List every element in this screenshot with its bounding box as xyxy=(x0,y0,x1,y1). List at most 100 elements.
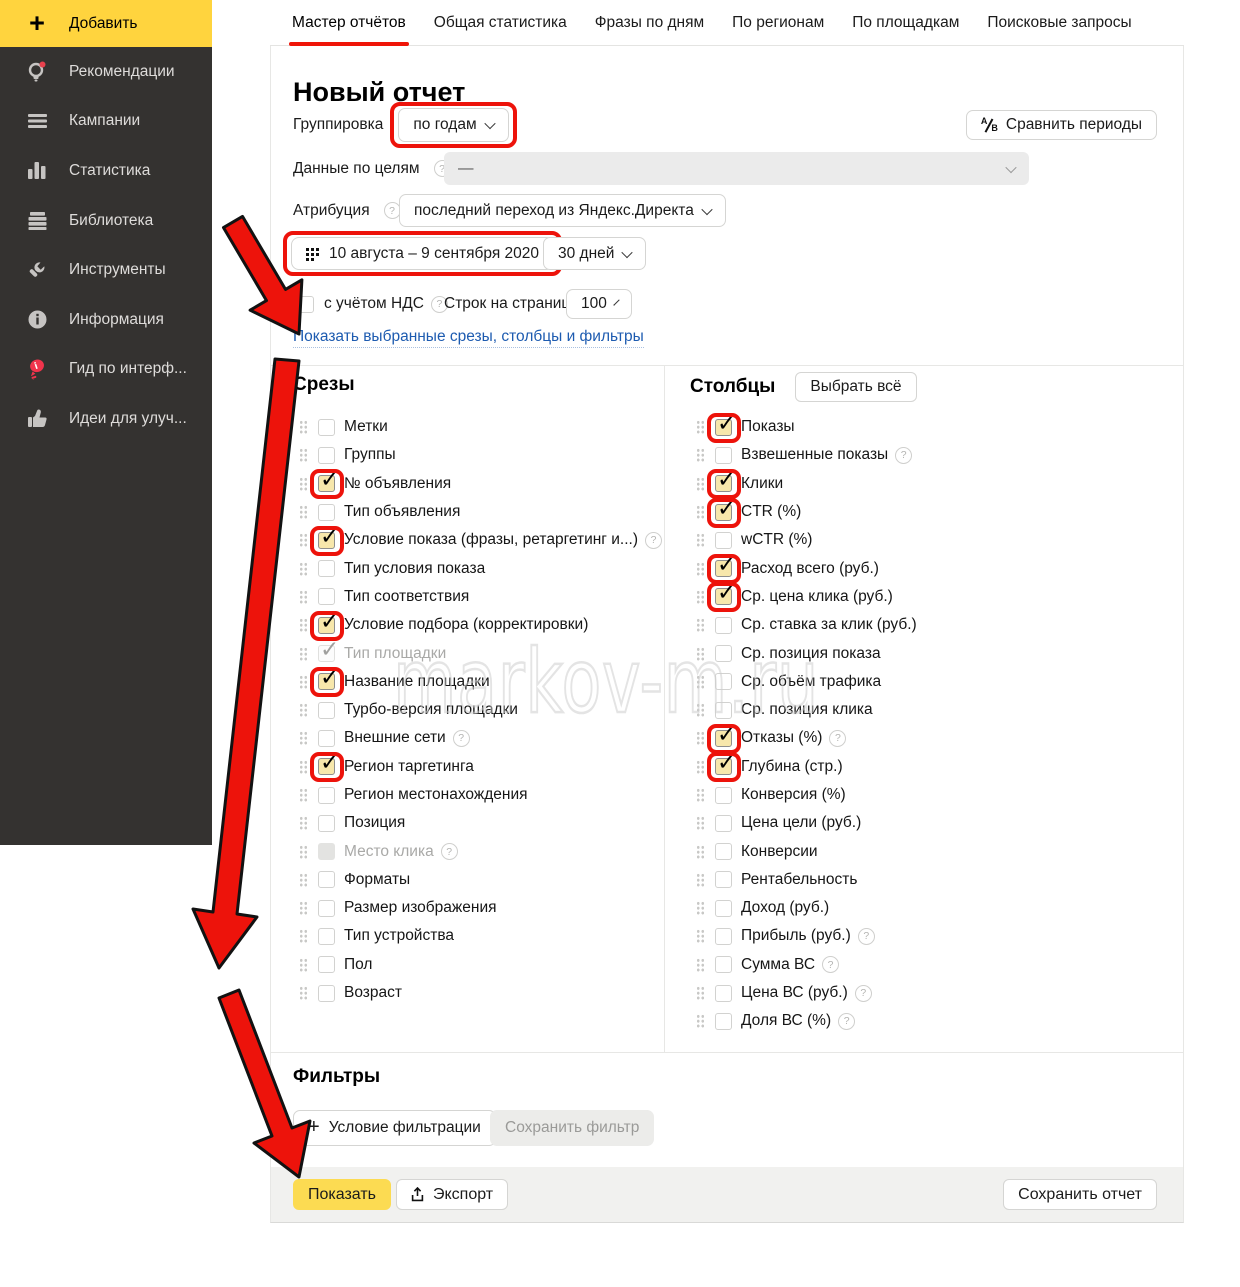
drag-handle-icon[interactable] xyxy=(696,618,705,632)
save-report-button[interactable]: Сохранить отчет xyxy=(1003,1179,1157,1210)
checkbox-label[interactable]: Позиция xyxy=(344,814,405,832)
checkbox[interactable] xyxy=(318,560,335,577)
checkbox[interactable] xyxy=(715,532,732,549)
tab[interactable]: Мастер отчётов xyxy=(292,14,406,32)
drag-handle-icon[interactable] xyxy=(696,958,705,972)
drag-handle-icon[interactable] xyxy=(696,731,705,745)
checkbox[interactable] xyxy=(318,504,335,521)
checkbox[interactable] xyxy=(318,928,335,945)
checkbox[interactable] xyxy=(715,447,732,464)
rows-per-page-select[interactable]: 100 xyxy=(566,289,632,319)
drag-handle-icon[interactable] xyxy=(299,788,308,802)
vat-checkbox[interactable] xyxy=(297,296,314,313)
checkbox[interactable] xyxy=(715,560,732,577)
drag-handle-icon[interactable] xyxy=(299,590,308,604)
goals-select[interactable]: — xyxy=(444,152,1029,185)
add-filter-condition-button[interactable]: +Условие фильтрации xyxy=(293,1110,496,1146)
checkbox-label[interactable]: Турбо-версия площадки xyxy=(344,701,518,719)
help-icon[interactable]: ? xyxy=(645,532,662,549)
checkbox-label[interactable]: Тип объявления xyxy=(344,503,460,521)
sidebar-item[interactable]: Рекомендации xyxy=(0,47,212,97)
checkbox-label[interactable]: Показы xyxy=(741,418,795,436)
checkbox-label[interactable]: Тип условия показа xyxy=(344,560,485,578)
drag-handle-icon[interactable] xyxy=(696,420,705,434)
tab[interactable]: Фразы по дням xyxy=(595,14,704,32)
show-report-button[interactable]: Показать xyxy=(293,1179,391,1210)
drag-handle-icon[interactable] xyxy=(299,618,308,632)
checkbox[interactable] xyxy=(715,956,732,973)
drag-handle-icon[interactable] xyxy=(696,760,705,774)
checkbox[interactable] xyxy=(318,787,335,804)
drag-handle-icon[interactable] xyxy=(299,647,308,661)
checkbox[interactable] xyxy=(318,730,335,747)
checkbox[interactable] xyxy=(715,871,732,888)
checkbox-label[interactable]: Пол xyxy=(344,956,372,974)
checkbox[interactable] xyxy=(715,985,732,1002)
show-selected-link[interactable]: Показать выбранные срезы, столбцы и филь… xyxy=(293,328,644,348)
drag-handle-icon[interactable] xyxy=(299,420,308,434)
drag-handle-icon[interactable] xyxy=(299,760,308,774)
save-filter-button[interactable]: Сохранить фильтр xyxy=(490,1110,654,1146)
sidebar-item[interactable]: Библиотека xyxy=(0,196,212,246)
help-icon[interactable]: ? xyxy=(858,928,875,945)
compare-periods-button[interactable]: AB Сравнить периоды xyxy=(966,110,1157,140)
checkbox-label[interactable]: Цена цели (руб.) xyxy=(741,814,861,832)
checkbox[interactable] xyxy=(318,956,335,973)
checkbox-label[interactable]: Тип соответствия xyxy=(344,588,469,606)
checkbox[interactable] xyxy=(715,730,732,747)
checkbox-label[interactable]: Взвешенные показы xyxy=(741,446,888,464)
checkbox-label[interactable]: Группы xyxy=(344,446,396,464)
sidebar-item[interactable]: Инструменты xyxy=(0,245,212,295)
drag-handle-icon[interactable] xyxy=(299,958,308,972)
checkbox-label[interactable]: Конверсия (%) xyxy=(741,786,846,804)
checkbox-label[interactable]: Регион таргетинга xyxy=(344,758,474,776)
checkbox[interactable] xyxy=(715,815,732,832)
help-icon[interactable]: ? xyxy=(838,1013,855,1030)
drag-handle-icon[interactable] xyxy=(696,986,705,1000)
checkbox[interactable] xyxy=(318,758,335,775)
drag-handle-icon[interactable] xyxy=(299,505,308,519)
checkbox[interactable] xyxy=(318,985,335,1002)
checkbox-label[interactable]: Условие подбора (корректировки) xyxy=(344,616,588,634)
drag-handle-icon[interactable] xyxy=(299,845,308,859)
checkbox[interactable] xyxy=(715,588,732,605)
drag-handle-icon[interactable] xyxy=(299,731,308,745)
drag-handle-icon[interactable] xyxy=(696,505,705,519)
checkbox-label[interactable]: wCTR (%) xyxy=(741,531,812,549)
help-icon[interactable]: ? xyxy=(453,730,470,747)
help-icon[interactable]: ? xyxy=(855,985,872,1002)
sidebar-item[interactable]: Кампании xyxy=(0,97,212,147)
drag-handle-icon[interactable] xyxy=(299,533,308,547)
checkbox[interactable] xyxy=(318,617,335,634)
checkbox[interactable] xyxy=(318,702,335,719)
drag-handle-icon[interactable] xyxy=(299,703,308,717)
checkbox-label[interactable]: Тип устройства xyxy=(344,927,454,945)
checkbox-label[interactable]: Место клика xyxy=(344,843,434,861)
help-icon[interactable]: ? xyxy=(441,843,458,860)
tab[interactable]: Поисковые запросы xyxy=(987,14,1131,32)
drag-handle-icon[interactable] xyxy=(696,703,705,717)
drag-handle-icon[interactable] xyxy=(696,901,705,915)
sidebar-item[interactable]: iГид по интерф... xyxy=(0,345,212,395)
drag-handle-icon[interactable] xyxy=(299,929,308,943)
checkbox[interactable] xyxy=(318,843,335,860)
drag-handle-icon[interactable] xyxy=(696,647,705,661)
date-range-button[interactable]: 10 августа – 9 сентября 2020 xyxy=(291,237,554,270)
checkbox[interactable] xyxy=(715,475,732,492)
checkbox[interactable] xyxy=(318,588,335,605)
drag-handle-icon[interactable] xyxy=(299,562,308,576)
checkbox[interactable] xyxy=(318,673,335,690)
grouping-select[interactable]: по годам xyxy=(398,108,508,142)
checkbox-label[interactable]: Глубина (стр.) xyxy=(741,758,843,776)
checkbox-label[interactable]: Внешние сети xyxy=(344,729,446,747)
checkbox[interactable] xyxy=(715,758,732,775)
sidebar-item[interactable]: Идеи для улуч... xyxy=(0,394,212,444)
checkbox[interactable] xyxy=(715,504,732,521)
checkbox[interactable] xyxy=(318,815,335,832)
checkbox-label[interactable]: Ср. позиция клика xyxy=(741,701,873,719)
select-all-button[interactable]: Выбрать всё xyxy=(795,372,916,402)
checkbox-label[interactable]: Ср. цена клика (руб.) xyxy=(741,588,893,606)
attribution-select[interactable]: последний переход из Яндекс.Директа xyxy=(399,194,726,227)
checkbox-label[interactable]: Метки xyxy=(344,418,388,436)
checkbox-label[interactable]: Доля ВС (%) xyxy=(741,1012,831,1030)
